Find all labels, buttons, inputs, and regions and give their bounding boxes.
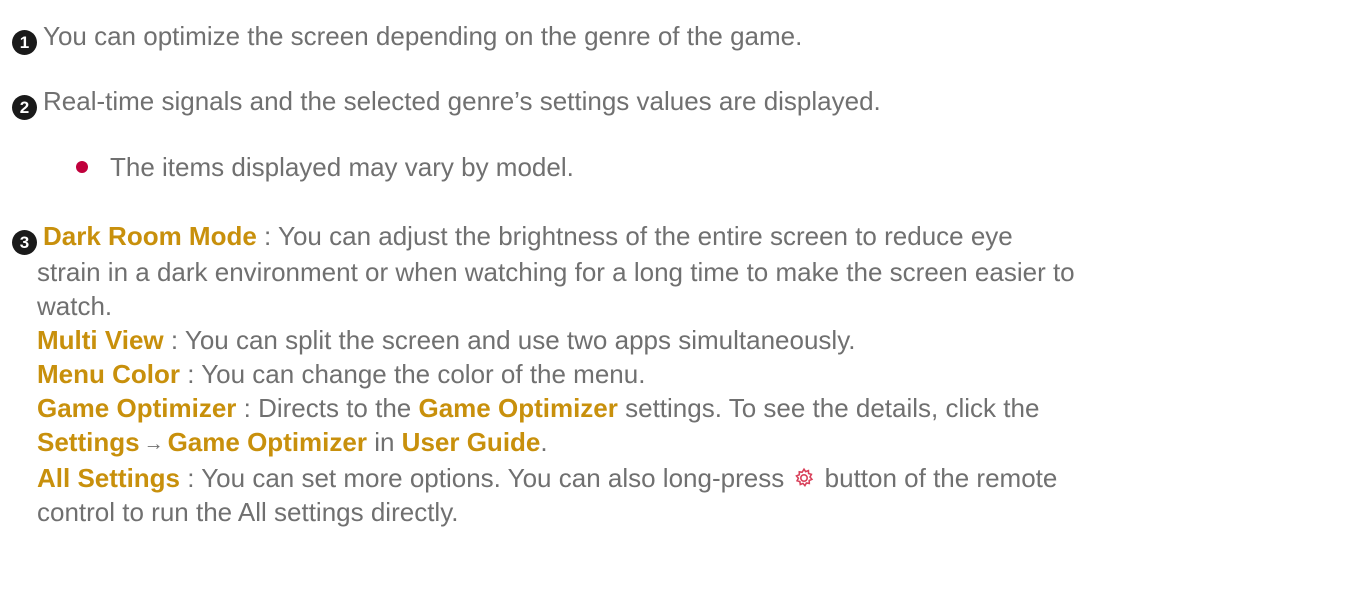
bullet-icon [76,161,88,173]
dark-room-mode-desc: : You can adjust the brightness of the e… [256,221,1013,251]
all-settings-desc-a: : You can set more options. You can also… [180,463,792,493]
game-optimizer-path-line: Settings → Game Optimizer in User Guide. [0,425,1356,461]
step-2-text: Real-time signals and the selected genre… [43,86,881,116]
all-settings-desc-line-2: control to run the All settings directly… [37,497,459,527]
dark-room-mode-desc-line-3: watch. [37,291,113,321]
game-optimizer-line: Game Optimizer : Directs to the Game Opt… [0,391,1356,425]
multi-view-desc: : You can split the screen and use two a… [163,325,856,355]
period-text: . [540,427,548,457]
step-2: 2 Real-time signals and the selected genr… [0,84,1356,120]
step-3: 3 Dark Room Mode : You can adjust the bri… [0,219,1356,529]
menu-color-line: Menu Color : You can change the color of… [0,357,1356,391]
game-optimizer-term-2: Game Optimizer [418,393,618,423]
dark-room-mode-line: 3 Dark Room Mode : You can adjust the bri… [0,219,1356,255]
step-1: 1 You can optimize the screen depending o… [0,19,1356,55]
step-number-badge: 1 [12,30,37,55]
in-text: in [366,427,402,457]
step-number-badge: 3 [12,230,37,255]
all-settings-term: All Settings [37,463,181,493]
multi-view-term: Multi View [37,325,164,355]
dark-room-mode-desc-line-2: strain in a dark environment or when wat… [37,257,1075,287]
all-settings-line: All Settings : You can set more options.… [0,461,1356,495]
game-optimizer-term: Game Optimizer [37,393,237,423]
game-optimizer-link[interactable]: Game Optimizer [168,427,367,457]
multi-view-line: Multi View : You can split the screen an… [0,323,1356,357]
arrow-right-icon: → [143,433,164,455]
note-list-item: The items displayed may vary by model. [76,150,1356,184]
step-number-badge: 2 [12,95,37,120]
note-text: The items displayed may vary by model. [110,152,574,182]
dark-room-mode-term: Dark Room Mode [43,221,257,251]
all-settings-desc-b: button of the remote [817,463,1058,493]
user-guide-link[interactable]: User Guide [402,427,541,457]
step-1-text: You can optimize the screen depending on… [43,21,803,51]
menu-color-desc: : You can change the color of the menu. [180,359,646,389]
settings-link[interactable]: Settings [37,427,140,457]
gear-icon [793,463,815,487]
game-optimizer-desc-a: : Directs to the [236,393,419,423]
game-optimizer-desc-b: settings. To see the details, click the [617,393,1040,423]
menu-color-term: Menu Color [37,359,180,389]
